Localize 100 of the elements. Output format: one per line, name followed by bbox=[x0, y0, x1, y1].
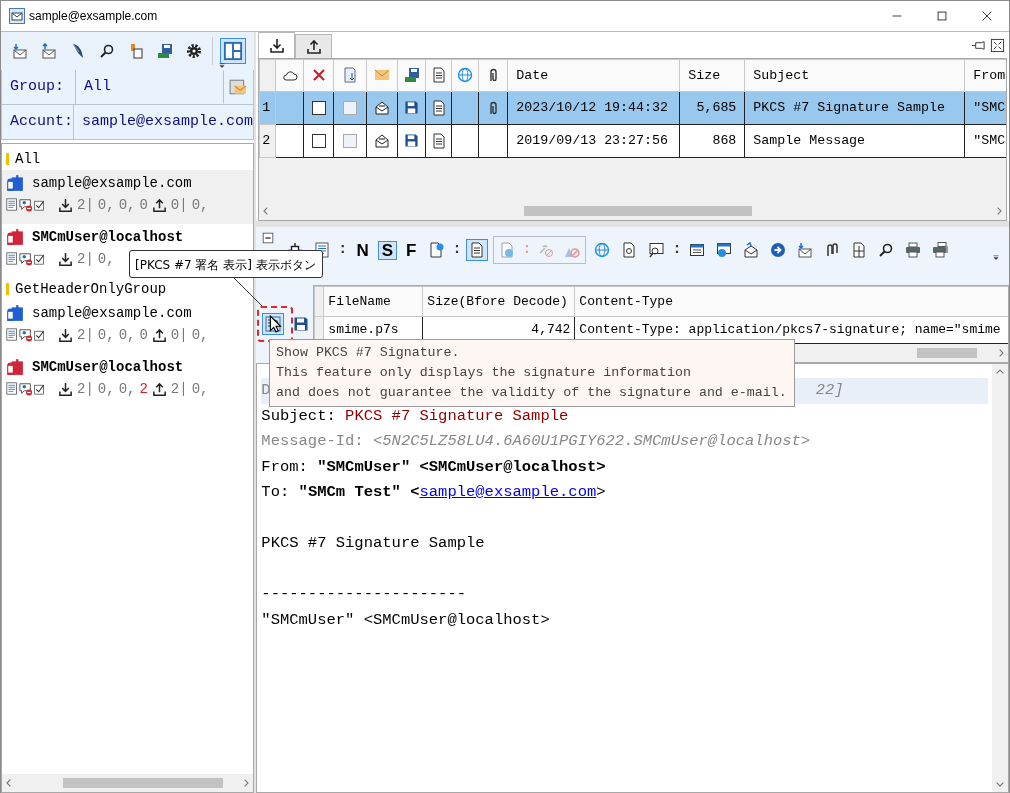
column-header[interactable]: FileName bbox=[323, 286, 423, 317]
floppy-icon bbox=[293, 316, 310, 332]
alert-bubble-icon bbox=[19, 252, 33, 266]
floppy-icon bbox=[404, 100, 420, 115]
scroll-up-icon[interactable] bbox=[996, 368, 1004, 376]
count-text: 0| bbox=[170, 325, 188, 345]
account-item[interactable]: sample@exsample.com 2| 0, 0, 0 0| 0, bbox=[2, 170, 253, 224]
separator-text: : bbox=[452, 239, 462, 260]
row-number: 2 bbox=[259, 124, 276, 158]
column-header[interactable]: Date bbox=[507, 59, 680, 92]
account-item[interactable]: SMCmUser@localhost 2| 0, 0, 2 2| 0, bbox=[2, 354, 253, 408]
scroll-right-icon[interactable] bbox=[995, 207, 1003, 215]
table-cell: 5,685 bbox=[679, 91, 745, 125]
tooltip-text: Show PKCS #7 Signature. bbox=[276, 345, 460, 360]
separator-text: : bbox=[338, 239, 348, 260]
account-name: sample@exsample.com bbox=[32, 173, 192, 193]
upload-icon bbox=[151, 327, 167, 343]
count-text: 2| bbox=[77, 195, 94, 215]
count-text: 0, bbox=[97, 195, 115, 215]
download-icon bbox=[58, 197, 73, 213]
checkbox-icon bbox=[33, 328, 46, 341]
column-header[interactable]: From bbox=[964, 59, 1006, 92]
checkbox[interactable] bbox=[343, 100, 358, 115]
account-name: sample@exsample.com bbox=[32, 303, 192, 323]
account-item[interactable]: sample@exsample.com 2| 0, 0, 0 0| 0, bbox=[2, 300, 253, 354]
count-text: 2| bbox=[77, 379, 94, 399]
arrow-circle-icon bbox=[770, 242, 787, 258]
layout-button[interactable] bbox=[220, 38, 246, 64]
delete-icon bbox=[310, 67, 327, 83]
vertical-scrollbar[interactable] bbox=[992, 364, 1008, 792]
message-row[interactable]: 2 2019/09/13 23:27:56 868 Sample Message "SMC bbox=[259, 124, 1006, 158]
maximize-icon[interactable] bbox=[990, 37, 1005, 53]
document-globe-icon bbox=[499, 242, 516, 258]
format-button[interactable]: S bbox=[377, 240, 397, 260]
column-header[interactable]: Content-Type bbox=[574, 286, 1008, 317]
column-header[interactable]: Size(Bfore Decode) bbox=[422, 286, 575, 317]
mailbox-icon bbox=[6, 228, 24, 246]
message-row[interactable]: 1 2023/10/12 19:44:32 5,685 PKCS #7 Signature Sample "SMC bbox=[259, 91, 1006, 125]
table-cell: 2019/09/13 23:27:56 bbox=[507, 124, 680, 158]
overflow-icon[interactable] bbox=[217, 60, 227, 71]
scroll-thumb[interactable] bbox=[917, 348, 978, 358]
upload-icon bbox=[151, 381, 167, 397]
document-arrow-icon bbox=[342, 67, 359, 83]
quill-icon bbox=[70, 43, 86, 59]
format-button[interactable]: N bbox=[352, 240, 373, 260]
open-envelope-icon bbox=[374, 132, 391, 149]
horizontal-scrollbar[interactable] bbox=[2, 774, 253, 792]
document-icon bbox=[430, 99, 447, 116]
scroll-thumb[interactable] bbox=[63, 778, 223, 788]
count-text: 0, bbox=[118, 195, 136, 215]
collapse-icon[interactable] bbox=[261, 231, 276, 246]
count-text: 0 bbox=[139, 325, 148, 345]
link-blocked-icon bbox=[538, 242, 555, 258]
text-lines-icon bbox=[6, 328, 19, 341]
upload-icon bbox=[305, 38, 322, 55]
count-text: 2 bbox=[139, 379, 148, 399]
header-line: Message-Id: <5N2C5LZ58LU4.6A60U1PGIY622.SMCmUser@localhost> bbox=[261, 432, 811, 450]
group-name[interactable]: All bbox=[15, 148, 41, 170]
document-icon bbox=[430, 132, 447, 149]
document-button[interactable] bbox=[466, 239, 489, 261]
document-icon bbox=[851, 242, 868, 258]
count-text: 2| bbox=[170, 379, 188, 399]
checkbox[interactable] bbox=[343, 133, 358, 148]
window-icon bbox=[689, 242, 706, 258]
separator-text: : bbox=[522, 239, 532, 260]
count-text: 0, bbox=[191, 195, 209, 215]
scroll-right-icon[interactable] bbox=[997, 349, 1005, 357]
format-button[interactable]: F bbox=[402, 240, 421, 260]
header-line: From: "SMCmUser" <SMCmUser@localhost> bbox=[261, 457, 606, 476]
count-text: 0, bbox=[118, 379, 136, 399]
column-header[interactable]: Subject bbox=[744, 59, 965, 92]
upload-tab[interactable] bbox=[295, 34, 333, 58]
email-link[interactable]: sample@exsample.com bbox=[419, 483, 597, 501]
checkbox[interactable] bbox=[311, 133, 326, 148]
download-icon bbox=[58, 381, 73, 397]
checkbox[interactable] bbox=[311, 100, 326, 115]
account-name: SMCmUser@localhost bbox=[32, 357, 184, 377]
open-envelope-icon bbox=[374, 99, 391, 116]
checkbox-icon bbox=[33, 382, 46, 395]
download-tab[interactable] bbox=[258, 32, 296, 58]
count-text: 0, bbox=[97, 325, 115, 345]
document-at-icon bbox=[621, 242, 638, 258]
scroll-left-icon[interactable] bbox=[5, 779, 13, 787]
scroll-right-icon[interactable] bbox=[242, 779, 250, 787]
tooltip-text: This feature only displays the signature information bbox=[276, 365, 691, 380]
table-cell: 2023/10/12 19:44:32 bbox=[507, 91, 680, 125]
count-text: 2| bbox=[77, 249, 94, 269]
column-header[interactable]: Size bbox=[679, 59, 745, 92]
settings-icon bbox=[186, 43, 202, 59]
count-text: 0| bbox=[170, 195, 188, 215]
separator-text: : bbox=[672, 239, 682, 260]
group-name[interactable]: GetHeaderOnlyGroup bbox=[15, 278, 167, 300]
download-icon bbox=[58, 327, 73, 343]
row-number: 1 bbox=[259, 91, 276, 125]
scroll-thumb[interactable] bbox=[524, 206, 753, 216]
floppy-drive-icon bbox=[403, 67, 420, 83]
count-text: 0, bbox=[191, 325, 209, 345]
table-cell: 868 bbox=[679, 124, 745, 158]
scroll-down-icon[interactable] bbox=[996, 780, 1004, 788]
envelope-arrow-icon bbox=[743, 242, 760, 258]
